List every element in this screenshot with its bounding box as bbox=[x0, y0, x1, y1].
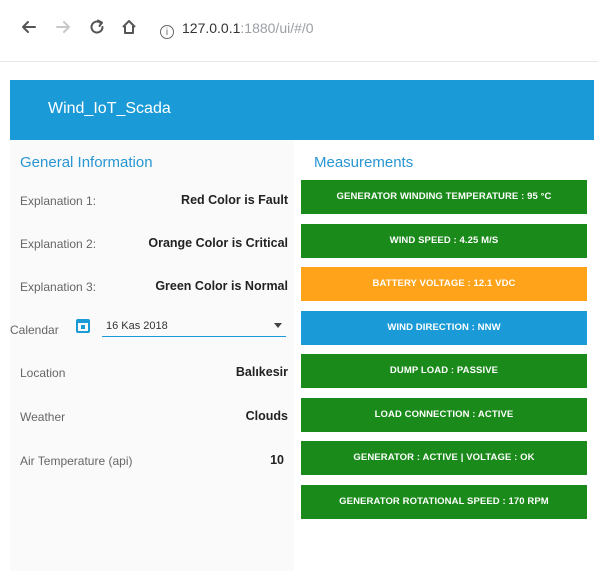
measurement-tile: GENERATOR WINDING TEMPERATURE : 95 °C bbox=[301, 180, 587, 214]
date-value: 16 Kas 2018 bbox=[106, 320, 168, 332]
back-arrow-icon bbox=[22, 21, 36, 33]
measurements-panel: Measurements GENERATOR WINDING TEMPERATU… bbox=[294, 140, 594, 571]
calendar-label: Calendar bbox=[10, 323, 59, 337]
app-title: Wind_IoT_Scada bbox=[48, 100, 171, 117]
row-label: Air Temperature (api) bbox=[20, 454, 133, 468]
address-bar[interactable]: i 127.0.0.1:1880/ui/#/0 bbox=[160, 20, 314, 39]
info-icon: i bbox=[160, 25, 174, 39]
url-path: :1880/ui/#/0 bbox=[240, 20, 314, 36]
calendar-icon[interactable] bbox=[76, 319, 90, 333]
row-value: Balıkesir bbox=[235, 365, 288, 379]
measurement-tile: DUMP LOAD : PASSIVE bbox=[301, 354, 587, 388]
calendar-row: Calendar 16 Kas 2018 bbox=[10, 315, 294, 345]
row-label: Location bbox=[20, 366, 66, 380]
explanation-row-1: Explanation 1: Red Color is Fault bbox=[10, 186, 294, 216]
air-temperature-row: Air Temperature (api) 10 bbox=[10, 446, 294, 476]
home-icon bbox=[122, 20, 136, 34]
row-label: Explanation 1: bbox=[20, 194, 97, 208]
reload-button[interactable] bbox=[86, 16, 108, 38]
measurement-tile: WIND SPEED : 4.25 M/S bbox=[301, 223, 587, 258]
general-information-panel: General Information Explanation 1: Red C… bbox=[10, 140, 294, 571]
browser-toolbar: i 127.0.0.1:1880/ui/#/0 bbox=[0, 0, 598, 62]
row-value: Red Color is Fault bbox=[181, 193, 288, 207]
home-button[interactable] bbox=[118, 16, 140, 38]
row-value: 10 bbox=[270, 453, 284, 467]
measurement-tile: LOAD CONNECTION : ACTIVE bbox=[301, 397, 587, 432]
app-header: Wind_IoT_Scada bbox=[10, 80, 594, 140]
url-host: 127.0.0.1 bbox=[182, 20, 241, 36]
dashboard: Wind_IoT_Scada General Information Expla… bbox=[10, 62, 594, 571]
measurement-tile: GENERATOR : ACTIVE | VOLTAGE : OK bbox=[301, 441, 587, 475]
forward-button[interactable] bbox=[52, 16, 74, 38]
row-label: Explanation 2: bbox=[20, 237, 97, 251]
row-label: Explanation 3: bbox=[20, 280, 97, 294]
general-information-title: General Information bbox=[20, 154, 153, 171]
reload-icon bbox=[90, 19, 104, 34]
measurement-tile: WIND DIRECTION : NNW bbox=[301, 310, 587, 345]
row-value: Clouds bbox=[245, 409, 288, 423]
row-value: Green Color is Normal bbox=[155, 279, 288, 293]
forward-arrow-icon bbox=[56, 21, 70, 33]
measurements-title: Measurements bbox=[314, 154, 414, 171]
measurement-tile: GENERATOR ROTATIONAL SPEED : 170 RPM bbox=[301, 484, 587, 519]
explanation-row-3: Explanation 3: Green Color is Normal bbox=[10, 272, 294, 302]
explanation-row-2: Explanation 2: Orange Color is Critical bbox=[10, 229, 294, 259]
chevron-down-icon[interactable] bbox=[274, 323, 282, 328]
back-button[interactable] bbox=[18, 16, 40, 38]
row-value: Orange Color is Critical bbox=[148, 236, 288, 250]
date-picker[interactable]: 16 Kas 2018 bbox=[102, 315, 286, 337]
weather-row: Weather Clouds bbox=[10, 402, 294, 432]
measurement-tile: BATTERY VOLTAGE : 12.1 VDC bbox=[301, 267, 587, 301]
row-label: Weather bbox=[20, 410, 66, 424]
location-row: Location Balıkesir bbox=[10, 358, 294, 388]
